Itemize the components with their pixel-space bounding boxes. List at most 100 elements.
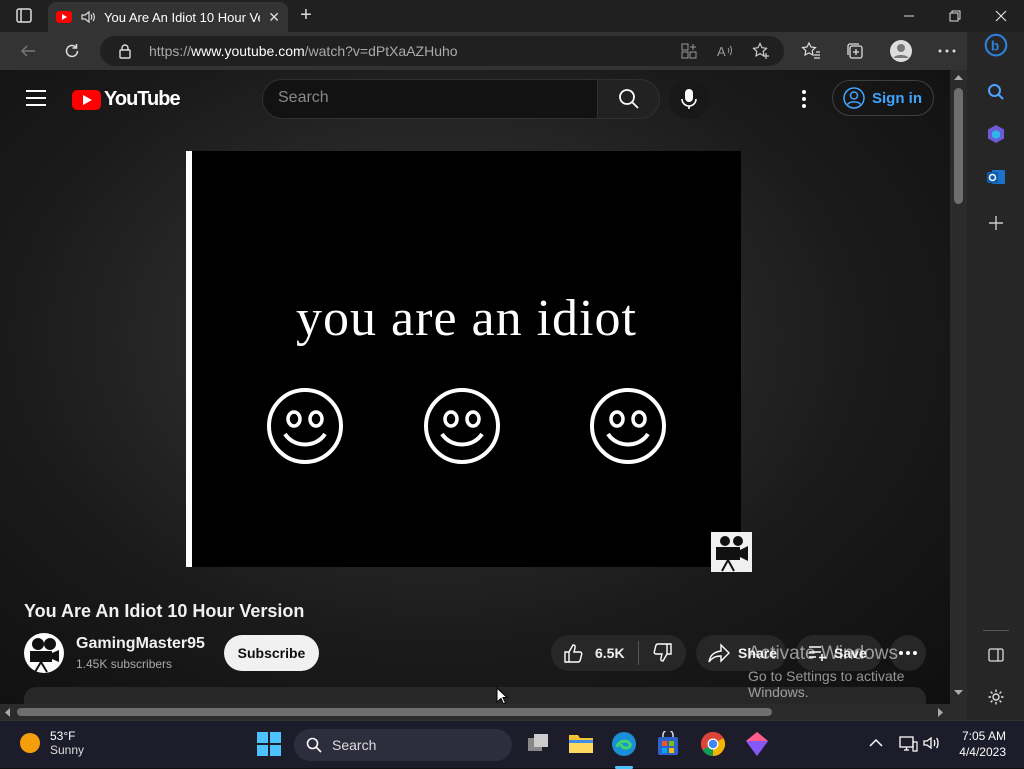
taskbar-search-label: Search [332, 737, 377, 753]
outlook-icon[interactable] [984, 165, 1008, 189]
back-arrow-icon[interactable] [14, 38, 42, 64]
hide-sidebar-icon[interactable] [984, 643, 1008, 667]
show-hidden-icons-chevron-icon[interactable] [866, 733, 886, 753]
video-player[interactable]: you are an idiot [186, 151, 741, 567]
more-actions-button[interactable] [890, 635, 926, 671]
search-button[interactable] [597, 79, 660, 119]
weather-widget[interactable]: 53°F Sunny [20, 729, 84, 757]
voice-search-button[interactable] [669, 79, 709, 119]
network-icon[interactable] [898, 733, 918, 753]
youtube-header: YouTube Sign in [0, 70, 950, 126]
scrollbar-corner [950, 704, 967, 720]
sign-in-button[interactable]: Sign in [832, 80, 934, 116]
smiley-face-icon [590, 388, 666, 464]
scroll-up-arrow-icon[interactable] [954, 74, 963, 80]
url-text[interactable]: https://www.youtube.com/watch?v=dPtXaAZH… [149, 43, 458, 59]
new-tab-icon[interactable]: + [296, 5, 316, 26]
windows-start-icon[interactable] [256, 731, 282, 757]
search-input[interactable] [278, 89, 578, 107]
profile-avatar-icon[interactable] [888, 38, 914, 64]
share-button[interactable]: Share [696, 635, 786, 671]
lock-icon[interactable] [118, 43, 132, 59]
scroll-down-arrow-icon[interactable] [954, 690, 963, 696]
share-label: Share [738, 645, 777, 661]
search-icon [618, 89, 639, 109]
save-to-playlist-icon [809, 646, 826, 661]
save-button[interactable]: Save [796, 635, 882, 671]
youtube-favicon-icon [56, 11, 72, 23]
youtube-logo-text: YouTube [104, 88, 181, 110]
sidebar-settings-gear-icon[interactable] [984, 685, 1008, 709]
browser-tab-active[interactable]: You Are An Idiot 10 Hour Ve ✕ [48, 2, 288, 32]
minimize-icon[interactable] [886, 0, 932, 32]
sidebar-divider [983, 630, 1009, 631]
more-horizontal-icon [899, 651, 917, 655]
save-label: Save [834, 645, 867, 661]
system-clock[interactable]: 7:05 AM 4/4/2023 [952, 728, 1006, 760]
video-frame-text: you are an idiot [296, 290, 637, 347]
like-button[interactable]: 6.5K [551, 641, 639, 665]
youtube-watch-page: YouTube Sign in you are an idiot You Are… [0, 70, 950, 704]
description-box[interactable] [24, 687, 926, 704]
channel-name[interactable]: GamingMaster95 [76, 635, 205, 653]
browser-toolbar: https://www.youtube.com/watch?v=dPtXaAZH… [0, 32, 1024, 70]
horizontal-scrollbar[interactable] [0, 704, 950, 720]
collections-icon[interactable] [842, 38, 868, 64]
share-arrow-icon [708, 643, 730, 663]
tab-title: You Are An Idiot 10 Hour Ve [104, 9, 261, 25]
browser-tab-strip: You Are An Idiot 10 Hour Ve ✕ + [0, 0, 1024, 32]
window-close-icon[interactable] [978, 0, 1024, 32]
taskbar-search[interactable]: Search [294, 729, 512, 761]
scroll-left-arrow-icon[interactable] [4, 708, 10, 717]
tab-close-icon[interactable]: ✕ [268, 9, 280, 26]
edge-browser-icon[interactable] [611, 731, 637, 757]
refresh-icon[interactable] [58, 38, 86, 64]
clock-time: 7:05 AM [961, 729, 1006, 743]
microphone-icon [681, 89, 697, 109]
favorites-icon[interactable] [798, 38, 824, 64]
tab-actions-icon[interactable] [10, 6, 36, 26]
bing-chat-icon[interactable]: b [984, 33, 1008, 58]
dislike-button[interactable] [639, 643, 673, 663]
temperature: 53°F [50, 729, 76, 743]
add-favorite-icon[interactable] [752, 42, 770, 60]
read-aloud-icon[interactable]: A [716, 42, 734, 60]
settings-and-more-icon[interactable] [934, 38, 960, 64]
menu-icon[interactable] [26, 90, 46, 106]
vertical-scroll-thumb[interactable] [954, 88, 963, 204]
app-available-icon[interactable] [680, 42, 698, 60]
mouse-cursor-icon [496, 687, 508, 705]
video-title: You Are An Idiot 10 Hour Version [24, 601, 305, 621]
weather-condition: Sunny [50, 743, 85, 757]
sun-icon [20, 733, 40, 753]
volume-icon[interactable] [922, 733, 942, 753]
add-sidebar-app-icon[interactable] [984, 211, 1008, 235]
taskbar-search-icon [306, 737, 322, 753]
channel-avatar[interactable] [24, 633, 64, 673]
account-icon [843, 87, 865, 109]
clock-date: 4/4/2023 [959, 745, 1006, 759]
thumbs-down-icon [653, 643, 672, 662]
app-gem-icon[interactable] [744, 731, 770, 757]
more-options-icon[interactable] [794, 88, 814, 110]
scroll-right-arrow-icon[interactable] [938, 708, 944, 717]
smiley-face-icon [424, 388, 500, 464]
subscribe-button[interactable]: Subscribe [224, 635, 319, 671]
windows-taskbar: 53°F Sunny Search 7:05 AM 4/4/2023 [0, 720, 1024, 769]
speaker-icon[interactable] [80, 9, 96, 25]
chrome-icon[interactable] [700, 731, 726, 757]
restore-icon[interactable] [932, 0, 978, 32]
search-field[interactable] [262, 79, 598, 119]
address-bar[interactable]: https://www.youtube.com/watch?v=dPtXaAZH… [100, 36, 784, 66]
task-view-icon[interactable] [526, 731, 552, 757]
microsoft-store-icon[interactable] [655, 731, 681, 757]
like-count: 6.5K [595, 645, 625, 661]
horizontal-scroll-thumb[interactable] [17, 708, 772, 716]
vertical-scrollbar[interactable] [950, 70, 967, 704]
sidebar-search-icon[interactable] [984, 80, 1008, 104]
file-explorer-icon[interactable] [568, 731, 594, 757]
copilot-icon[interactable] [984, 122, 1008, 146]
movie-camera-icon [711, 532, 752, 572]
svg-text:b: b [991, 38, 999, 53]
youtube-logo[interactable]: YouTube [72, 88, 181, 111]
